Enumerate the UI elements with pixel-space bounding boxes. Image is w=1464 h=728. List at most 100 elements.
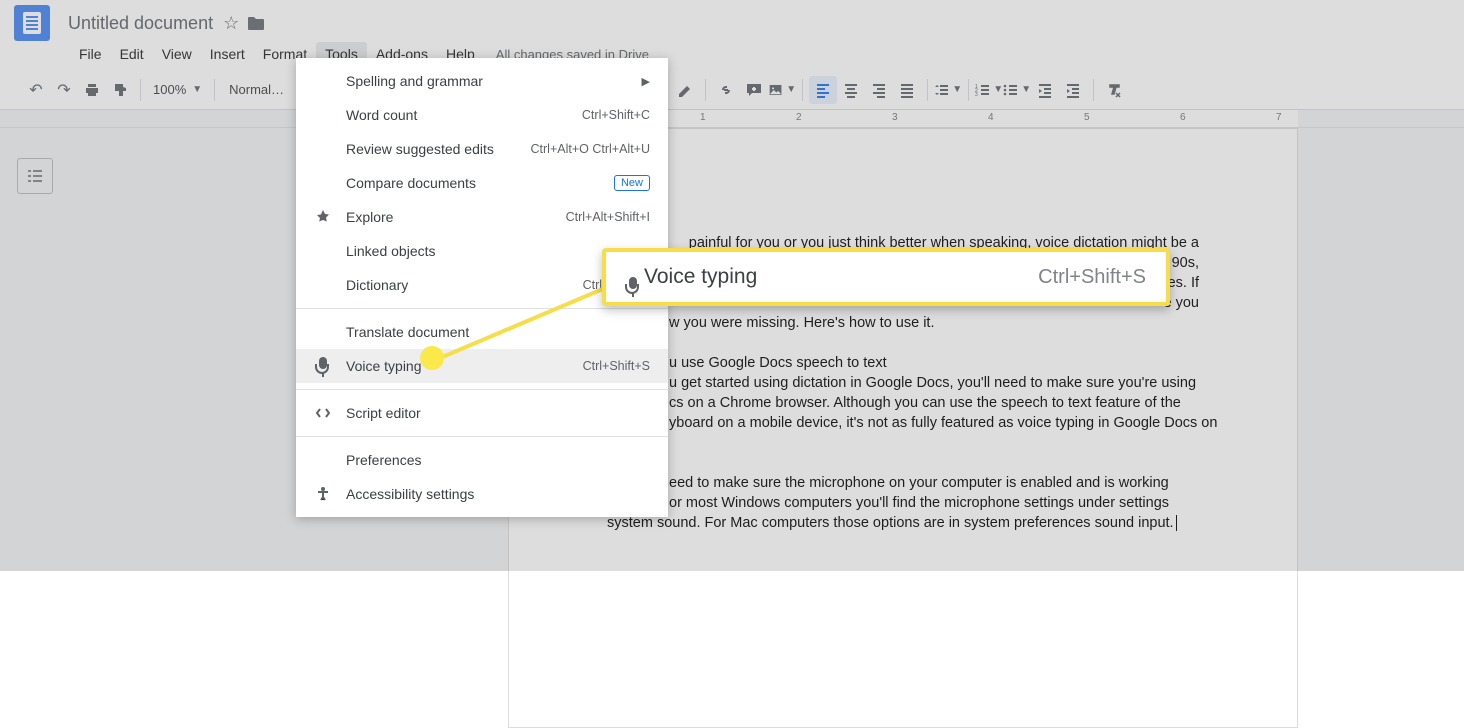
- move-folder-icon[interactable]: [247, 15, 265, 31]
- ruler-mark: 2: [796, 112, 802, 123]
- callout-shortcut: Ctrl+Shift+S: [1038, 266, 1146, 289]
- menu-word-count[interactable]: Word count Ctrl+Shift+C: [296, 98, 668, 132]
- toolbar-separator: [705, 79, 706, 101]
- menu-item-label: Script editor: [346, 405, 650, 421]
- chevron-down-icon: ▼: [1021, 84, 1031, 95]
- callout-dot: [420, 346, 444, 370]
- menu-item-shortcut: Ctrl+Alt+Shift+I: [566, 210, 650, 224]
- chevron-down-icon: ▼: [786, 84, 796, 95]
- menu-item-shortcut: Ctrl+Alt+O Ctrl+Alt+U: [531, 142, 650, 156]
- menu-voice-typing[interactable]: Voice typing Ctrl+Shift+S: [296, 349, 668, 383]
- document-outline-icon[interactable]: [17, 158, 53, 194]
- body-text: yboard on a mobile device, it's not as f…: [669, 415, 1217, 431]
- menu-separator: [296, 389, 668, 390]
- menu-insert[interactable]: Insert: [201, 42, 254, 66]
- voice-typing-callout: Voice typing Ctrl+Shift+S: [602, 248, 1170, 306]
- body-text: u use Google Docs speech to text: [669, 355, 887, 371]
- menu-script-editor[interactable]: Script editor: [296, 396, 668, 430]
- svg-text:3: 3: [975, 92, 978, 98]
- insert-image-button[interactable]: ▼: [768, 76, 796, 104]
- menu-accessibility-settings[interactable]: Accessibility settings: [296, 477, 668, 511]
- menu-explore[interactable]: Explore Ctrl+Alt+Shift+I: [296, 200, 668, 234]
- menu-item-label: Spelling and grammar: [346, 73, 628, 89]
- increase-indent-button[interactable]: [1059, 76, 1087, 104]
- text-cursor: [1176, 515, 1177, 531]
- callout-label: Voice typing: [644, 265, 1038, 289]
- highlight-color-button[interactable]: [671, 76, 699, 104]
- menu-item-label: Translate document: [346, 324, 650, 340]
- redo-button[interactable]: ↷: [50, 76, 78, 104]
- accessibility-icon: [314, 486, 332, 502]
- align-justify-button[interactable]: [893, 76, 921, 104]
- toolbar-separator: [140, 79, 141, 101]
- menu-item-label: Accessibility settings: [346, 486, 650, 502]
- menu-spelling-grammar[interactable]: Spelling and grammar ▶: [296, 64, 668, 98]
- align-right-button[interactable]: [865, 76, 893, 104]
- new-badge: New: [614, 175, 650, 191]
- ruler-mark: 5: [1084, 112, 1090, 123]
- ruler-mark: 7: [1276, 112, 1282, 123]
- menu-separator: [296, 436, 668, 437]
- menu-item-label: Preferences: [346, 452, 650, 468]
- menu-translate-document[interactable]: Translate document: [296, 315, 668, 349]
- toolbar-separator: [1093, 79, 1094, 101]
- menu-compare-documents[interactable]: Compare documents New: [296, 166, 668, 200]
- undo-button[interactable]: ↶: [22, 76, 50, 104]
- decrease-indent-button[interactable]: [1031, 76, 1059, 104]
- horizontal-ruler[interactable]: 1 2 3 4 5 6 7: [0, 110, 1464, 128]
- ruler-mark: 6: [1180, 112, 1186, 123]
- line-spacing-button[interactable]: ▼: [934, 76, 962, 104]
- menu-item-label: Explore: [346, 209, 552, 225]
- ruler-mark: 3: [892, 112, 898, 123]
- menu-edit[interactable]: Edit: [111, 42, 153, 66]
- menu-item-label: Review suggested edits: [346, 141, 517, 157]
- chevron-right-icon: ▶: [642, 75, 650, 88]
- chevron-down-icon: ▼: [952, 84, 962, 95]
- menu-item-shortcut: Ctrl+Shift+C: [582, 108, 650, 122]
- toolbar-separator: [802, 79, 803, 101]
- title-bar: Untitled document ☆: [0, 0, 1464, 38]
- menu-separator: [296, 308, 668, 309]
- style-value: Normal…: [229, 82, 284, 97]
- ruler-mark: 4: [988, 112, 994, 123]
- menu-item-label: Voice typing: [346, 358, 569, 374]
- clear-formatting-button[interactable]: [1100, 76, 1128, 104]
- toolbar-separator: [927, 79, 928, 101]
- bulleted-list-button[interactable]: ▼: [1003, 76, 1031, 104]
- insert-link-button[interactable]: [712, 76, 740, 104]
- microphone-icon: [314, 357, 332, 375]
- body-text: w you were missing. Here's how to use it…: [669, 315, 934, 331]
- body-text: cs on a Chrome browser. Although you can…: [669, 395, 1181, 411]
- document-title[interactable]: Untitled document: [68, 13, 213, 34]
- body-text: u get started using dictation in Google …: [669, 375, 1196, 391]
- menu-item-label: Dictionary: [346, 277, 569, 293]
- align-left-button[interactable]: [809, 76, 837, 104]
- body-text: system sound. For Mac computers those op…: [607, 515, 1174, 531]
- star-icon[interactable]: ☆: [223, 13, 239, 34]
- print-button[interactable]: [78, 76, 106, 104]
- explore-icon: [314, 209, 332, 225]
- add-comment-button[interactable]: [740, 76, 768, 104]
- align-center-button[interactable]: [837, 76, 865, 104]
- menu-item-shortcut: Ctrl+Shift+S: [583, 359, 650, 373]
- chevron-down-icon: ▼: [993, 84, 1003, 95]
- toolbar-separator: [968, 79, 969, 101]
- menu-view[interactable]: View: [153, 42, 201, 66]
- body-text: eed to make sure the microphone on your …: [669, 475, 1169, 491]
- chevron-down-icon: ▼: [192, 84, 202, 95]
- docs-logo-icon[interactable]: [14, 5, 50, 41]
- menu-bar: File Edit View Insert Format Tools Add-o…: [0, 38, 1464, 70]
- zoom-value: 100%: [153, 82, 186, 97]
- paint-format-button[interactable]: [106, 76, 134, 104]
- body-text: or most Windows computers you'll find th…: [669, 495, 1169, 511]
- script-editor-icon: [314, 405, 332, 421]
- zoom-select[interactable]: 100% ▼: [147, 82, 208, 97]
- menu-review-suggested-edits[interactable]: Review suggested edits Ctrl+Alt+O Ctrl+A…: [296, 132, 668, 166]
- menu-item-label: Word count: [346, 107, 568, 123]
- menu-file[interactable]: File: [70, 42, 111, 66]
- toolbar: ↶ ↷ 100% ▼ Normal… ▼: [0, 70, 1464, 110]
- menu-preferences[interactable]: Preferences: [296, 443, 668, 477]
- menu-item-label: Compare documents: [346, 175, 600, 191]
- ruler-mark: 1: [700, 112, 706, 123]
- numbered-list-button[interactable]: 123 ▼: [975, 76, 1003, 104]
